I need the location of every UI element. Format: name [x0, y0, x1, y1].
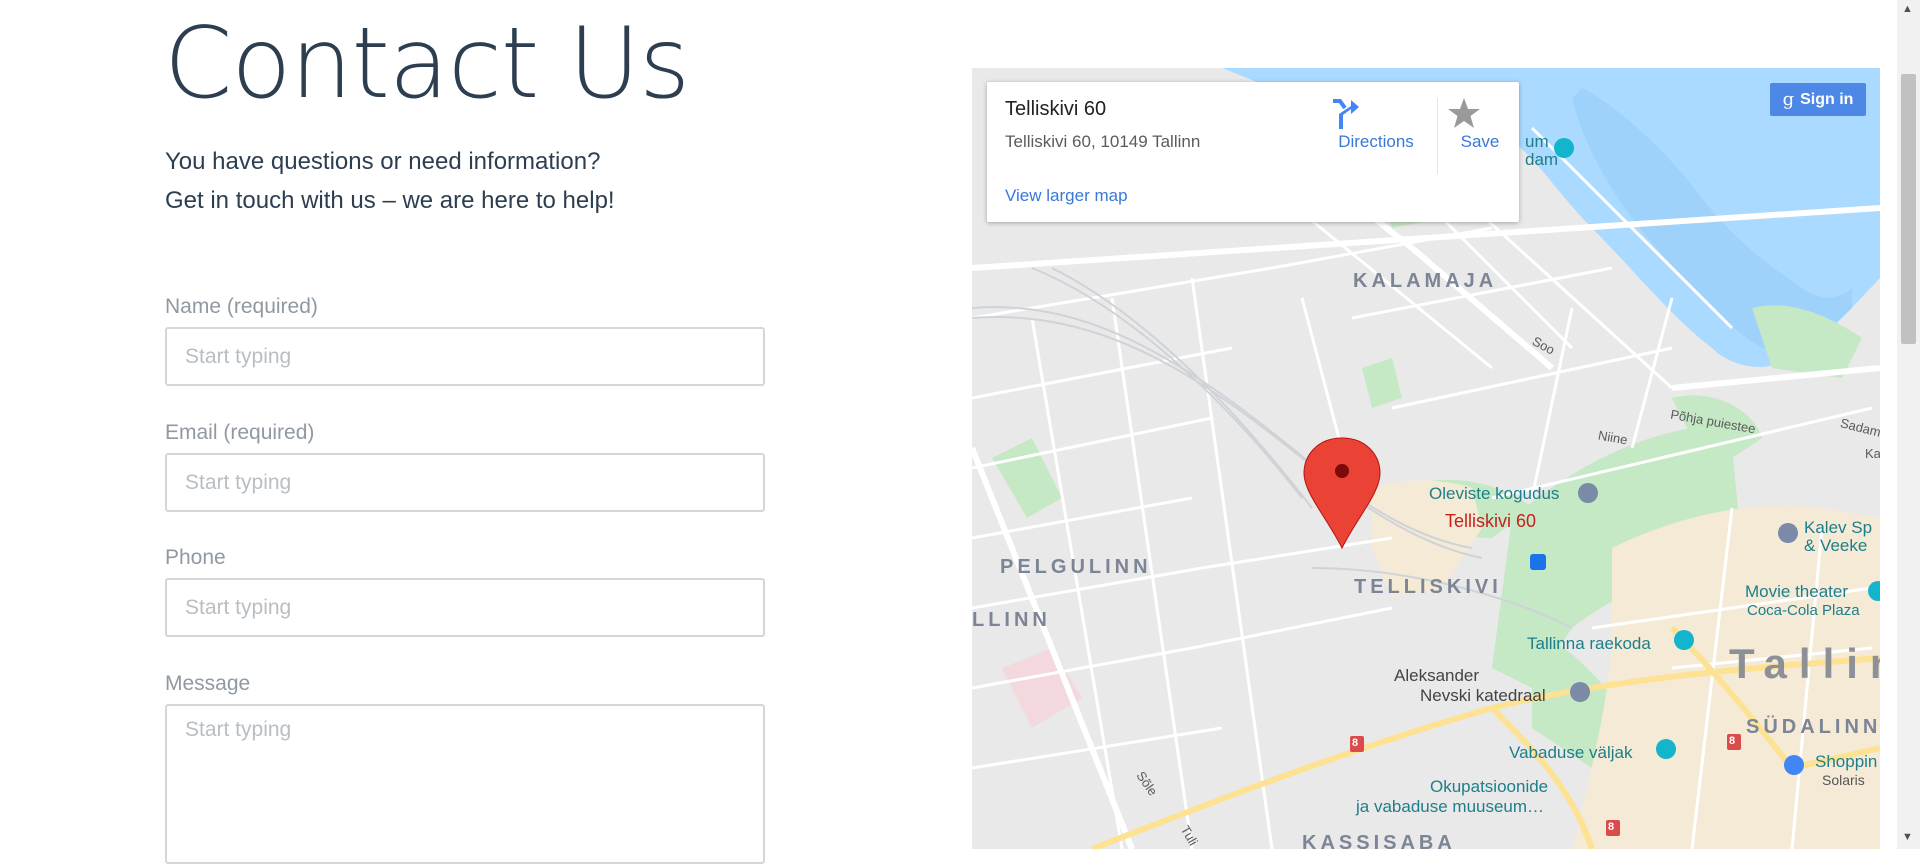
poi-nevski-2[interactable]: Nevski katedraal — [1420, 686, 1546, 706]
phone-label: Phone — [165, 546, 226, 569]
poi-okupatsioonide-1[interactable]: Okupatsioonide — [1430, 777, 1548, 797]
poi-oleviste[interactable]: Oleviste kogudus — [1429, 484, 1559, 504]
poi-shopping-2[interactable]: Solaris — [1822, 770, 1865, 790]
poi-raekoda[interactable]: Tallinna raekoda — [1527, 634, 1651, 654]
district-telliskivi: TELLISKIVI — [1354, 576, 1502, 598]
page-scrollbar[interactable]: ▲ ▼ — [1897, 0, 1920, 849]
directions-label: Directions — [1338, 132, 1414, 151]
route-badge: 8 — [1352, 737, 1359, 749]
card-divider — [1437, 98, 1438, 174]
intro-line-2: Get in touch with us – we are here to he… — [165, 187, 615, 214]
city-label-tallinn: Tallin — [1729, 640, 1880, 687]
message-textarea[interactable] — [165, 704, 765, 864]
district-kalamaja: KALAMAJA — [1353, 270, 1498, 292]
place-info-card: Telliskivi 60 Telliskivi 60, 10149 Talli… — [987, 82, 1519, 222]
poi-kalev-1[interactable]: Kalev Sp — [1804, 518, 1872, 538]
page-title: Contact Us — [164, 7, 690, 121]
route-badge: 8 — [1729, 735, 1736, 747]
phone-input[interactable] — [165, 578, 765, 637]
embedded-map[interactable]: KALAMAJA PELGULINN TELLISKIVI LLINN SÜDA… — [972, 68, 1880, 849]
directions-button[interactable]: Directions — [1331, 96, 1421, 152]
place-address: Telliskivi 60, 10149 Tallinn — [1005, 132, 1201, 151]
poi-museum-partial: um — [1525, 132, 1549, 151]
email-label: Email (required) — [165, 421, 315, 444]
star-icon — [1447, 96, 1513, 132]
poi-museum-partial-2: dam — [1525, 150, 1559, 169]
directions-icon — [1331, 96, 1421, 132]
street-ka: Ka — [1865, 446, 1880, 461]
poi-okupatsioonide-2[interactable]: ja vabaduse muuseum… — [1356, 797, 1544, 817]
sign-in-label: Sign in — [1800, 90, 1854, 108]
place-title: Telliskivi 60 — [1005, 98, 1107, 120]
save-button[interactable]: Save — [1447, 96, 1513, 152]
message-label: Message — [165, 672, 251, 695]
save-label: Save — [1460, 132, 1500, 151]
district-kassisaba: KASSISABA — [1302, 832, 1456, 849]
scroll-up-icon[interactable]: ▲ — [1902, 4, 1913, 15]
poi-shopping-1[interactable]: Shoppin — [1815, 752, 1877, 772]
poi-movie-2[interactable]: Coca-Cola Plaza — [1747, 601, 1860, 621]
district-llinn: LLINN — [972, 609, 1051, 631]
poi-kalev-2[interactable]: & Veeke — [1804, 536, 1867, 556]
route-badge: 8 — [1608, 821, 1615, 833]
poi-nevski-1[interactable]: Aleksander — [1394, 666, 1479, 686]
poi-vabaduse[interactable]: Vabaduse väljak — [1509, 743, 1633, 763]
intro-line-1: You have questions or need information? — [165, 148, 601, 175]
scrollbar-thumb[interactable] — [1901, 74, 1916, 344]
district-pelgulinn: PELGULINN — [1000, 556, 1152, 578]
scroll-down-icon[interactable]: ▼ — [1902, 832, 1913, 843]
poi-movie-1[interactable]: Movie theater — [1745, 582, 1848, 602]
district-sudalinn: SÜDALINN — [1746, 716, 1880, 738]
email-input[interactable] — [165, 453, 765, 512]
intro-text: You have questions or need information? … — [165, 142, 615, 220]
sign-in-button[interactable]: g Sign in — [1770, 83, 1866, 116]
google-g-icon: g — [1782, 89, 1795, 110]
view-larger-map-link[interactable]: View larger map — [1005, 186, 1128, 206]
name-input[interactable] — [165, 327, 765, 386]
name-label: Name (required) — [165, 295, 318, 318]
marker-label[interactable]: Telliskivi 60 — [1445, 511, 1536, 532]
